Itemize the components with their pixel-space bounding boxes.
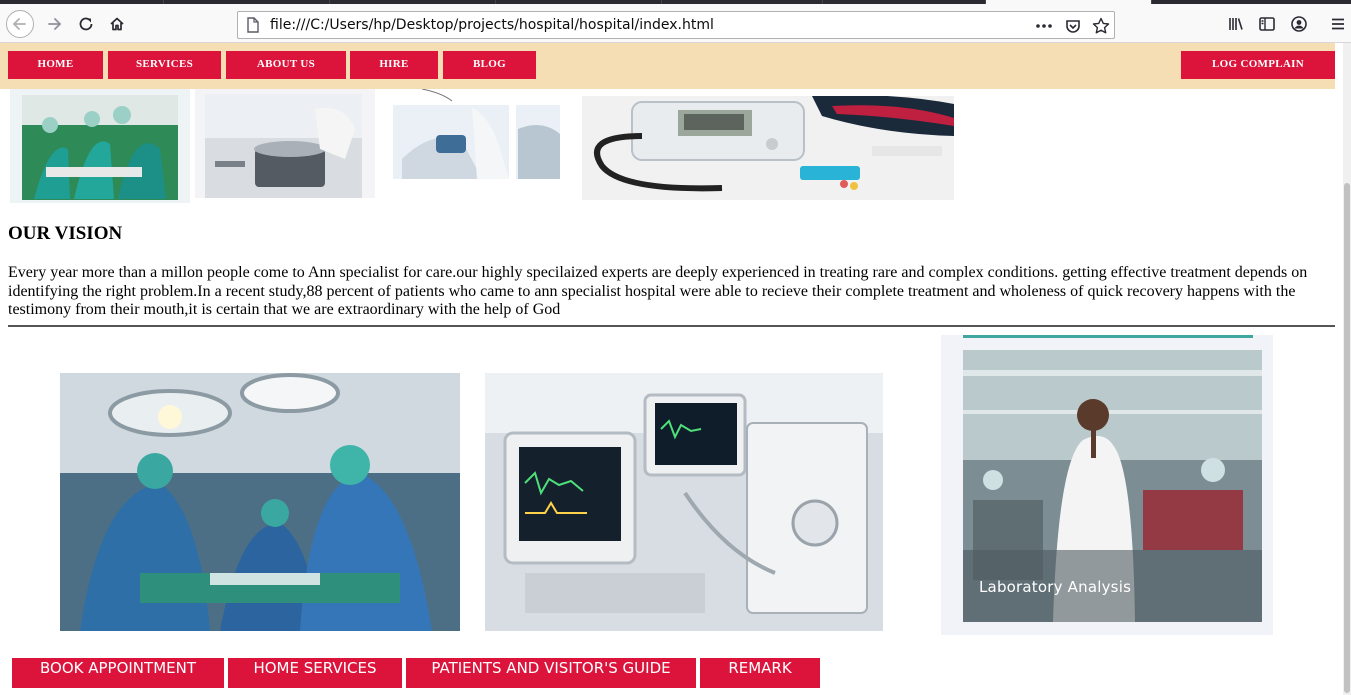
card-top-accent: [963, 335, 1253, 338]
lab-centrifuge-image: [195, 89, 375, 198]
nav-blog-button[interactable]: BLOG: [443, 51, 536, 79]
page-actions-button[interactable]: [1034, 16, 1054, 36]
pocket-button[interactable]: [1063, 16, 1083, 36]
section-divider: [8, 325, 1335, 327]
back-button[interactable]: [6, 10, 34, 38]
nav-log-complain-button[interactable]: LOG COMPLAIN: [1181, 51, 1335, 79]
home-button[interactable]: [103, 10, 131, 38]
patients-guide-button[interactable]: PATIENTS AND VISITOR'S GUIDE: [406, 658, 696, 688]
forward-button[interactable]: [40, 10, 68, 38]
library-icon: [1229, 18, 1243, 30]
account-button[interactable]: [1285, 10, 1313, 38]
arrow-right-icon: [48, 18, 62, 30]
star-icon: [1092, 17, 1110, 34]
remark-button[interactable]: REMARK: [700, 658, 820, 688]
nav-hire-button[interactable]: HIRE: [350, 51, 438, 79]
icu-monitors-image: [485, 373, 883, 631]
vision-title: OUR VISION: [8, 223, 123, 244]
url-text[interactable]: file:///C:/Users/hp/Desktop/projects/hos…: [270, 12, 714, 38]
scrollbar-thumb[interactable]: [1344, 183, 1350, 693]
blood-pressure-image: [392, 89, 562, 179]
more-dots-icon: [1036, 24, 1052, 28]
lab-caption: Laboratory Analysis: [979, 578, 1132, 596]
vertical-scrollbar[interactable]: [1343, 43, 1351, 695]
menu-button[interactable]: [1327, 10, 1349, 38]
page-icon: [247, 17, 259, 33]
account-icon: [1291, 16, 1307, 32]
book-appointment-button[interactable]: BOOK APPOINTMENT: [12, 658, 224, 688]
hamburger-menu-icon: [1332, 18, 1344, 30]
lab-analysis-card[interactable]: Laboratory Analysis: [941, 335, 1273, 635]
reload-button[interactable]: [72, 10, 100, 38]
sidebar-icon: [1259, 17, 1275, 31]
url-bar[interactable]: file:///C:/Users/hp/Desktop/projects/hos…: [237, 11, 1115, 39]
vision-paragraph: Every year more than a millon people com…: [8, 264, 1308, 318]
operating-room-image: [60, 373, 460, 631]
nav-about-button[interactable]: ABOUT US: [226, 51, 346, 79]
bp-monitor-image: [582, 96, 954, 200]
bookmark-button[interactable]: [1091, 16, 1111, 36]
arrow-left-icon: [12, 18, 26, 30]
library-button[interactable]: [1222, 10, 1250, 38]
reload-icon: [79, 17, 93, 31]
nav-services-button[interactable]: SERVICES: [108, 51, 221, 79]
sidebar-button[interactable]: [1253, 10, 1281, 38]
pocket-icon: [1066, 20, 1080, 33]
site-navbar: HOME SERVICES ABOUT US HIRE BLOG LOG COM…: [0, 43, 1335, 89]
surgery-team-image: [10, 89, 190, 203]
page-viewport: HOME SERVICES ABOUT US HIRE BLOG LOG COM…: [0, 43, 1343, 695]
home-services-button[interactable]: HOME SERVICES: [228, 658, 402, 688]
home-icon: [110, 17, 124, 31]
browser-toolbar: file:///C:/Users/hp/Desktop/projects/hos…: [0, 4, 1351, 43]
nav-home-button[interactable]: HOME: [8, 51, 103, 79]
